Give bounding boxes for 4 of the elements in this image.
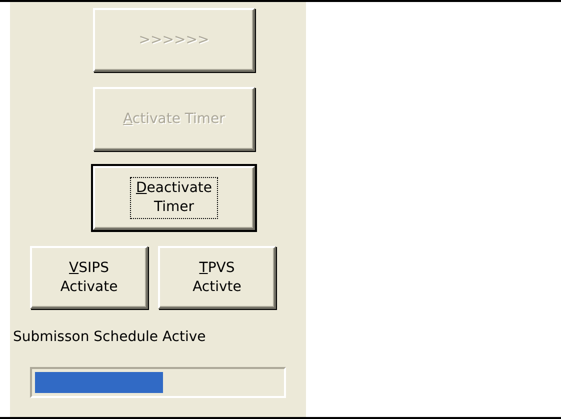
button[interactable]: TPVS Activte [158,246,276,309]
button[interactable]: Deactivate Timer [93,166,255,230]
status-label: Submisson Schedule Active [13,329,207,345]
button[interactable]: VSIPS Activate [30,246,148,309]
